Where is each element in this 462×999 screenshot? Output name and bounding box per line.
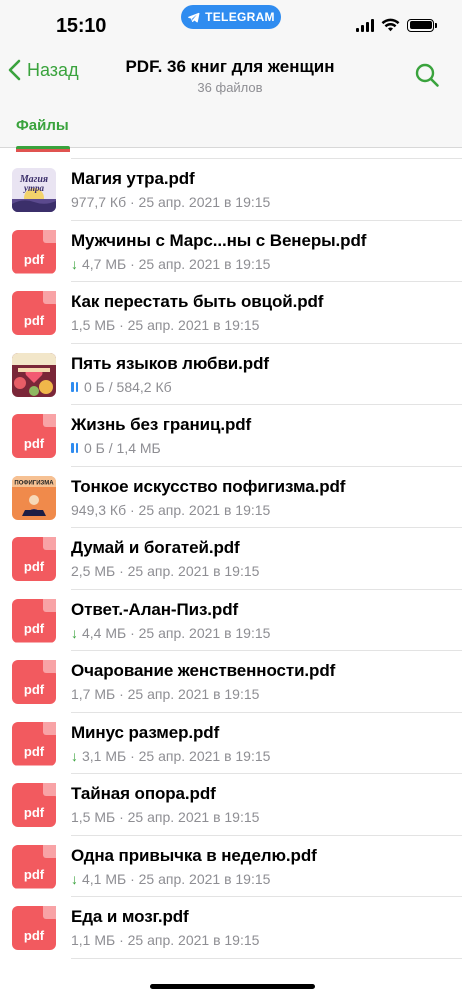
downloaded-arrow-icon: ↓ (71, 624, 78, 641)
pdf-file-icon: pdf (12, 414, 56, 458)
book-cover-thumbnail: Магия утра (12, 168, 56, 212)
downloaded-arrow-icon: ↓ (71, 747, 78, 764)
top-bar: 15:10 TELEGRAM Назад PDF. 36 книг для же… (0, 0, 462, 149)
pdf-file-icon: pdf (12, 660, 56, 704)
file-name: Тайная опора.pdf (71, 784, 216, 803)
file-meta-text: 0 Б / 584,2 Кб (84, 378, 172, 395)
pdf-file-icon: pdf (12, 598, 56, 643)
file-meta-text: 1,5 МБ · 25 апр. 2021 в 19:15 (71, 809, 260, 825)
file-name: Одна привычка в неделю.pdf (71, 845, 317, 865)
file-name: Магия утра.pdf (71, 169, 195, 188)
navigation-bar: Назад PDF. 36 книг для женщин 36 файлов (0, 50, 462, 106)
telegram-icon (188, 12, 200, 22)
pause-icon[interactable] (71, 381, 78, 392)
file-list: Магия утра Магия утра.pdf 977,7 Кб · 25 апр… (0, 149, 462, 959)
file-meta: ↓ 3,1 МБ · 25 апр. 2021 в 19:15 (71, 748, 270, 764)
file-meta: 1,5 МБ · 25 апр. 2021 в 19:15 (71, 317, 259, 333)
file-meta: 2,5 МБ · 25 апр. 2021 в 19:15 (71, 563, 259, 579)
list-item[interactable]: pdf Ответ.-Алан-Пиз.pdf ↓ 4,4 МБ · 25 апр. … (0, 590, 462, 651)
file-meta-text: 1,1 МБ · 25 апр. 2021 в 19:15 (71, 932, 260, 948)
file-meta-text: 977,7 Кб · 25 апр. 2021 в 19:15 (71, 194, 271, 210)
file-name: Пять языков любви.pdf (71, 353, 269, 373)
wifi-icon (381, 18, 400, 32)
cellular-signal-icon (356, 18, 374, 32)
status-time: 15:10 (56, 15, 107, 37)
file-meta-text: 3,1 МБ · 25 апр. 2021 в 19:15 (82, 747, 271, 764)
file-meta: 1,7 МБ · 25 апр. 2021 в 19:15 (71, 686, 259, 702)
list-item[interactable]: pdf Думай и богатей.pdf 2,5 МБ · 25 апр. 2… (0, 528, 462, 590)
file-meta-text: 2,5 МБ · 25 апр. 2021 в 19:15 (71, 563, 260, 579)
back-label: Назад (27, 59, 79, 80)
list-item[interactable]: pdf Жизнь без границ.pdf 0 Б / 1,4 МБ (0, 405, 462, 467)
file-meta-text: 1,7 МБ · 25 апр. 2021 в 19:15 (71, 686, 260, 702)
file-name: Как перестать быть овцой.pdf (71, 292, 324, 311)
list-item[interactable]: pdf Как перестать быть овцой.pdf 1,5 МБ · … (0, 282, 462, 344)
chevron-left-icon (8, 59, 21, 81)
status-icons (356, 18, 437, 32)
status-bar: 15:10 TELEGRAM (0, 0, 462, 50)
list-item[interactable]: pdf Тайная опора.pdf 1,5 МБ · 25 апр. 2021… (0, 774, 462, 836)
book-cover-thumbnail (12, 352, 56, 397)
page-title: PDF. 36 книг для женщин (125, 57, 335, 76)
file-meta-text: 0 Б / 1,4 МБ (84, 440, 161, 456)
list-item-partial (0, 149, 462, 159)
file-meta-text: 949,3 Кб · 25 апр. 2021 в 19:15 (71, 501, 271, 518)
partial-thumbnail (16, 149, 70, 152)
file-name: Мужчины с Марс...ны с Венеры.pdf (71, 230, 367, 250)
pdf-file-icon: pdf (12, 537, 56, 581)
downloaded-arrow-icon: ↓ (71, 255, 78, 272)
file-name: Минус размер.pdf (71, 722, 220, 742)
file-meta: ↓ 4,4 МБ · 25 апр. 2021 в 19:15 (71, 625, 270, 641)
telegram-pill-label: TELEGRAM (205, 10, 275, 24)
pdf-file-icon: pdf (12, 906, 56, 950)
svg-text:ПОФИГИЗМА: ПОФИГИЗМА (14, 480, 54, 486)
file-name: Еда и мозг.pdf (71, 907, 189, 926)
battery-icon (407, 18, 437, 32)
file-name: Думай и богатей.pdf (71, 538, 240, 557)
file-name: Ответ.-Алан-Пиз.pdf (71, 599, 239, 619)
back-button[interactable]: Назад (8, 59, 79, 81)
pdf-file-icon: pdf (12, 229, 56, 274)
list-item[interactable]: pdf Очарование женственности.pdf 1,7 МБ · … (0, 651, 462, 713)
page-subtitle: 36 файлов (197, 80, 263, 95)
pdf-file-icon: pdf (12, 844, 56, 889)
home-indicator (150, 984, 315, 989)
file-meta: 1,5 МБ · 25 апр. 2021 в 19:15 (71, 809, 259, 825)
file-meta: 977,7 Кб · 25 апр. 2021 в 19:15 (71, 194, 270, 210)
file-meta: ↓ 4,7 МБ · 25 апр. 2021 в 19:15 (71, 256, 270, 272)
list-item[interactable]: pdf Минус размер.pdf ↓ 3,1 МБ · 25 апр. 202… (0, 713, 462, 774)
book-cover-thumbnail: ПОФИГИЗМА (12, 475, 56, 520)
file-meta: 0 Б / 1,4 МБ (71, 440, 161, 456)
file-meta-text: 4,4 МБ · 25 апр. 2021 в 19:15 (82, 624, 271, 641)
pdf-file-icon: pdf (12, 783, 56, 827)
row-separator (71, 957, 462, 959)
file-meta-text: 1,5 МБ · 25 апр. 2021 в 19:15 (71, 317, 260, 333)
list-item[interactable]: Магия утра Магия утра.pdf 977,7 Кб · 25 апр… (0, 159, 462, 221)
list-item[interactable]: pdf Еда и мозг.pdf 1,1 МБ · 25 апр. 2021 в… (0, 897, 462, 959)
list-item[interactable]: pdf Одна привычка в неделю.pdf ↓ 4,1 МБ · 2… (0, 836, 462, 897)
file-meta: 0 Б / 584,2 Кб (71, 379, 172, 395)
telegram-pill[interactable]: TELEGRAM (181, 5, 281, 29)
svg-text:утра: утра (23, 183, 44, 193)
pause-icon[interactable] (71, 443, 78, 453)
downloaded-arrow-icon: ↓ (71, 870, 78, 887)
list-item[interactable]: Пять языков любви.pdf 0 Б / 584,2 Кб (0, 344, 462, 405)
pdf-file-icon: pdf (12, 721, 56, 766)
file-meta-text: 4,1 МБ · 25 апр. 2021 в 19:15 (82, 870, 271, 887)
tab-bar: Файлы (0, 106, 462, 149)
file-name: Жизнь без границ.pdf (71, 415, 252, 434)
list-item[interactable]: ПОФИГИЗМА Тонкое искусство пофигизма.pdf 9… (0, 467, 462, 528)
file-meta: 1,1 МБ · 25 апр. 2021 в 19:15 (71, 932, 259, 948)
file-meta: 949,3 Кб · 25 апр. 2021 в 19:15 (71, 502, 270, 518)
file-name: Тонкое искусство пофигизма.pdf (71, 476, 346, 496)
file-meta-text: 4,7 МБ · 25 апр. 2021 в 19:15 (82, 255, 271, 272)
pdf-file-icon: pdf (12, 291, 56, 335)
list-item[interactable]: pdf Мужчины с Марс...ны с Венеры.pdf ↓ 4,7 … (0, 221, 462, 282)
file-meta: ↓ 4,1 МБ · 25 апр. 2021 в 19:15 (71, 871, 270, 887)
search-icon[interactable] (414, 62, 440, 88)
file-name: Очарование женственности.pdf (71, 661, 336, 680)
tab-files[interactable]: Файлы (16, 117, 69, 134)
